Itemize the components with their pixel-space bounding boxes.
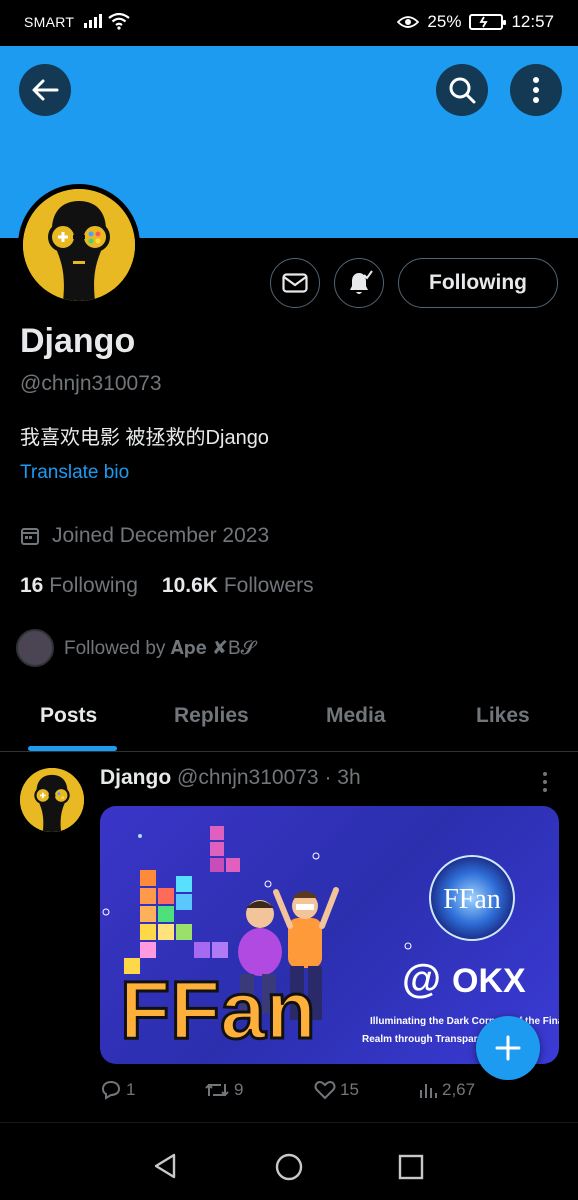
repost-count: 9 — [234, 1080, 244, 1099]
followers-link[interactable]: 10.6K Followers — [162, 574, 314, 598]
nav-recents-icon[interactable] — [398, 1154, 424, 1180]
tab-replies[interactable]: Replies — [174, 704, 249, 728]
post-author[interactable]: Django — [100, 766, 171, 789]
nav-home-icon[interactable] — [275, 1153, 303, 1181]
profile-avatar[interactable] — [18, 184, 140, 306]
envelope-icon — [282, 273, 308, 293]
views-count: 2,67 — [442, 1080, 476, 1099]
tab-indicator — [28, 746, 117, 751]
following-button[interactable]: Following — [398, 258, 558, 308]
repost-icon — [205, 1083, 229, 1097]
nav-back-icon[interactable] — [152, 1153, 178, 1179]
followed-by-text: Followed by 𝐀𝐩𝐞 ✘B𝓢 — [64, 637, 256, 659]
follower-avatar — [16, 629, 54, 667]
views-action[interactable]: 2,67 — [418, 1080, 475, 1100]
post-meta: @chnjn310073 · 3h — [177, 766, 361, 789]
media-at: @ — [402, 957, 441, 1001]
joined-date: Joined December 2023 — [20, 524, 269, 548]
post-header: Django @chnjn310073 · 3h — [100, 766, 361, 790]
repost-action[interactable]: 9 — [204, 1080, 243, 1100]
media-brand: OKX — [452, 962, 526, 1000]
avatar-illustration — [23, 189, 135, 301]
bell-check-icon — [350, 270, 373, 294]
reply-count: 1 — [126, 1080, 136, 1099]
battery-icon — [469, 14, 507, 30]
translate-bio-link[interactable]: Translate bio — [20, 462, 129, 484]
profile-tabs: Posts Replies Media Likes — [0, 688, 578, 752]
compose-post-button[interactable] — [476, 1016, 540, 1080]
wifi-icon — [108, 12, 130, 30]
message-button[interactable] — [270, 258, 320, 308]
clock: 12:57 — [511, 12, 554, 31]
carrier-label: SMART — [24, 14, 75, 30]
reply-icon — [101, 1080, 121, 1100]
profile-bio: 我喜欢电影 被拯救的Django — [20, 427, 269, 449]
heart-icon — [314, 1080, 336, 1100]
reply-action[interactable]: 1 — [100, 1080, 135, 1100]
back-arrow-icon — [32, 79, 59, 101]
following-link[interactable]: 16 Following — [20, 574, 138, 598]
system-nav-bar — [0, 1122, 578, 1200]
more-options-button[interactable] — [510, 64, 562, 116]
post-more-icon[interactable] — [537, 770, 553, 794]
media-title: FFan — [120, 965, 316, 1056]
post-actions: 1 9 15 2,67 — [100, 1080, 560, 1110]
views-icon — [420, 1084, 437, 1098]
like-count: 15 — [340, 1080, 359, 1099]
signal-icon — [84, 14, 102, 28]
post-avatar[interactable] — [20, 768, 84, 832]
tab-posts[interactable]: Posts — [40, 704, 97, 728]
status-bar: SMART 25% 12:57 — [0, 0, 578, 46]
back-button[interactable] — [19, 64, 71, 116]
media-badge: FFan — [443, 884, 501, 915]
profile-handle: @chnjn310073 — [20, 372, 162, 395]
notifications-button[interactable] — [334, 258, 384, 308]
follow-counts: 16 Following 10.6K Followers — [20, 574, 314, 598]
tab-likes[interactable]: Likes — [476, 704, 530, 728]
search-icon — [449, 77, 476, 104]
calendar-icon — [21, 528, 39, 545]
search-button[interactable] — [436, 64, 488, 116]
profile-name: Django — [20, 322, 136, 360]
followed-by[interactable]: Followed by 𝐀𝐩𝐞 ✘B𝓢 — [16, 629, 255, 667]
avatar-illustration — [20, 768, 84, 832]
eye-icon — [397, 16, 420, 28]
battery-percent: 25% — [427, 12, 462, 31]
joined-text: Joined December 2023 — [52, 524, 270, 547]
plus-icon — [495, 1035, 521, 1061]
more-vertical-icon — [533, 77, 539, 103]
like-action[interactable]: 15 — [314, 1080, 359, 1100]
tab-media[interactable]: Media — [326, 704, 386, 728]
